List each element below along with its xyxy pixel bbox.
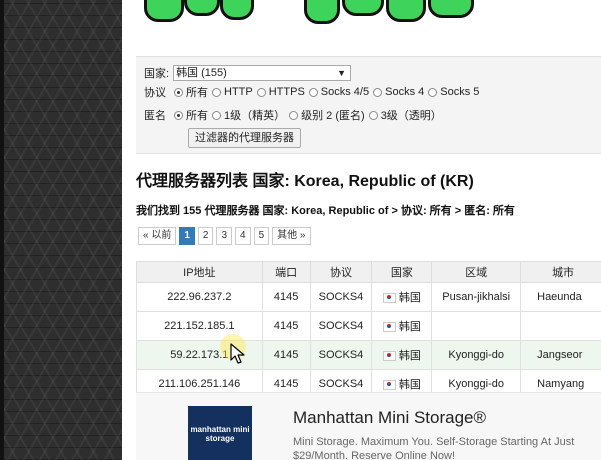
anonymity-radio-all[interactable] — [174, 110, 183, 120]
header-region[interactable]: 区域 — [431, 261, 522, 283]
anonymity-radio-level1[interactable] — [212, 110, 221, 120]
country-name: 韩国 — [398, 321, 421, 333]
banner-shape — [144, 0, 184, 22]
pagination-page-2[interactable]: 2 — [197, 227, 214, 245]
cell-region: Pusan-jikhalsi — [431, 282, 522, 312]
cell-city: Jangseor — [520, 340, 601, 370]
cell-city: Haeunda — [520, 282, 601, 312]
country-select-value: 韩国 (155) — [176, 67, 227, 79]
header-protocol[interactable]: 协议 — [309, 261, 373, 283]
filter-form: 国家: 韩国 (155) ▼ 协议 所有 HTTP HTTPS Socks 4/… — [136, 56, 601, 154]
cell-protocol: SOCKS4 — [309, 311, 373, 341]
pagination-page-3[interactable]: 3 — [216, 227, 233, 245]
result-summary: 我们找到 155 代理服务器 国家: Korea, Republic of > … — [136, 205, 515, 217]
korea-flag-icon — [382, 351, 396, 362]
anonymity-label: 匿名 — [144, 110, 166, 122]
table-row: 59.22.173.1 4145 SOCKS4 韩国 Kyonggi-do Ja… — [136, 340, 601, 370]
anonymity-radio-level3[interactable] — [368, 110, 378, 120]
cell-city — [520, 311, 601, 341]
protocol-label: 协议 — [144, 87, 166, 99]
ad-logo[interactable]: manhattan mini storage — [188, 406, 252, 460]
pagination: « 以前 1 2 3 4 5 其他 » — [138, 227, 314, 245]
cell-port: 4145 — [261, 340, 311, 370]
protocol-radio-socks45[interactable] — [308, 87, 318, 97]
protocol-radio-all[interactable] — [174, 87, 183, 97]
table-row: 221.152.185.1 4145 SOCKS4 韩国 — [136, 311, 601, 341]
mouse-cursor-icon — [230, 343, 245, 364]
header-country[interactable]: 国家 — [371, 261, 433, 283]
filter-submit-button[interactable]: 过滤器的代理服务器 — [188, 128, 301, 148]
protocol-radio-socks4[interactable] — [373, 87, 383, 97]
background-pattern — [0, 0, 122, 460]
protocol-option-label: Socks 4 — [385, 86, 425, 98]
anonymity-option-label: 3级（透明） — [380, 110, 442, 122]
header-city[interactable]: 城市 — [520, 261, 601, 283]
banner-shape — [220, 0, 254, 20]
cell-country: 韩国 — [371, 282, 433, 312]
pagination-page-1[interactable]: 1 — [179, 227, 195, 245]
pagination-page-4[interactable]: 4 — [235, 227, 251, 245]
protocol-option-label: HTTPS — [268, 86, 305, 98]
left-edge — [0, 0, 4, 460]
proxy-table: IP地址 端口 协议 国家 区域 城市 222.96.237.2 4145 SO… — [136, 261, 601, 399]
protocol-radio-socks5[interactable] — [428, 87, 438, 97]
cell-region: Kyonggi-do — [431, 340, 522, 370]
korea-flag-icon — [382, 380, 396, 391]
anonymity-option-label: 级别 2 (匿名) — [301, 110, 365, 122]
header-port[interactable]: 端口 — [261, 261, 311, 283]
banner-shape — [342, 0, 384, 16]
country-select[interactable]: 韩国 (155) ▼ — [173, 65, 352, 81]
banner-shape — [386, 0, 426, 22]
country-name: 韩国 — [398, 292, 421, 304]
protocol-option-label: 所有 — [186, 87, 208, 99]
cell-port: 4145 — [261, 282, 311, 312]
protocol-radio-https[interactable] — [256, 87, 266, 97]
pagination-next[interactable]: 其他 » — [272, 227, 311, 245]
ad-title[interactable]: Manhattan Mini Storage® — [293, 408, 486, 428]
cell-ip: 222.96.237.2 — [136, 282, 263, 312]
banner-shape — [184, 0, 220, 16]
country-label: 国家: — [144, 68, 170, 80]
anonymity-option-label: 1级（精英） — [224, 110, 286, 122]
cell-port: 4145 — [261, 311, 311, 341]
cell-protocol: SOCKS4 — [309, 340, 373, 370]
cell-protocol: SOCKS4 — [309, 282, 373, 312]
header-ip[interactable]: IP地址 — [136, 261, 263, 283]
protocol-option-label: Socks 5 — [440, 86, 480, 98]
pagination-page-5[interactable]: 5 — [253, 227, 270, 245]
table-header-row: IP地址 端口 协议 国家 区域 城市 — [136, 261, 601, 283]
banner-shape — [428, 0, 474, 18]
anonymity-option-label: 所有 — [186, 110, 208, 122]
page-content: 国家: 韩国 (155) ▼ 协议 所有 HTTP HTTPS Socks 4/… — [122, 0, 601, 460]
cell-ip: 221.152.185.1 — [136, 311, 263, 341]
header-banner-graphic — [122, 0, 601, 52]
table-row: 222.96.237.2 4145 SOCKS4 韩国 Pusan-jikhal… — [136, 282, 601, 312]
korea-flag-icon — [382, 322, 396, 333]
protocol-option-label: Socks 4/5 — [320, 86, 370, 98]
pagination-prev[interactable]: « 以前 — [138, 227, 177, 245]
country-name: 韩国 — [398, 350, 421, 362]
cell-region — [431, 311, 522, 341]
ad-description: Mini Storage. Maximum You. Self-Storage … — [293, 436, 575, 460]
chevron-down-icon: ▼ — [337, 68, 347, 78]
cell-country: 韩国 — [371, 340, 433, 370]
cell-country: 韩国 — [371, 311, 433, 341]
protocol-radio-http[interactable] — [212, 87, 221, 97]
country-name: 韩国 — [398, 379, 421, 391]
anonymity-radio-level2[interactable] — [289, 110, 299, 120]
protocol-option-label: HTTP — [224, 86, 253, 98]
banner-shape — [304, 0, 340, 24]
page-title: 代理服务器列表 国家: Korea, Republic of (KR) — [136, 173, 474, 190]
advertisement[interactable]: manhattan mini storage Manhattan Mini St… — [136, 392, 601, 460]
korea-flag-icon — [382, 293, 396, 304]
